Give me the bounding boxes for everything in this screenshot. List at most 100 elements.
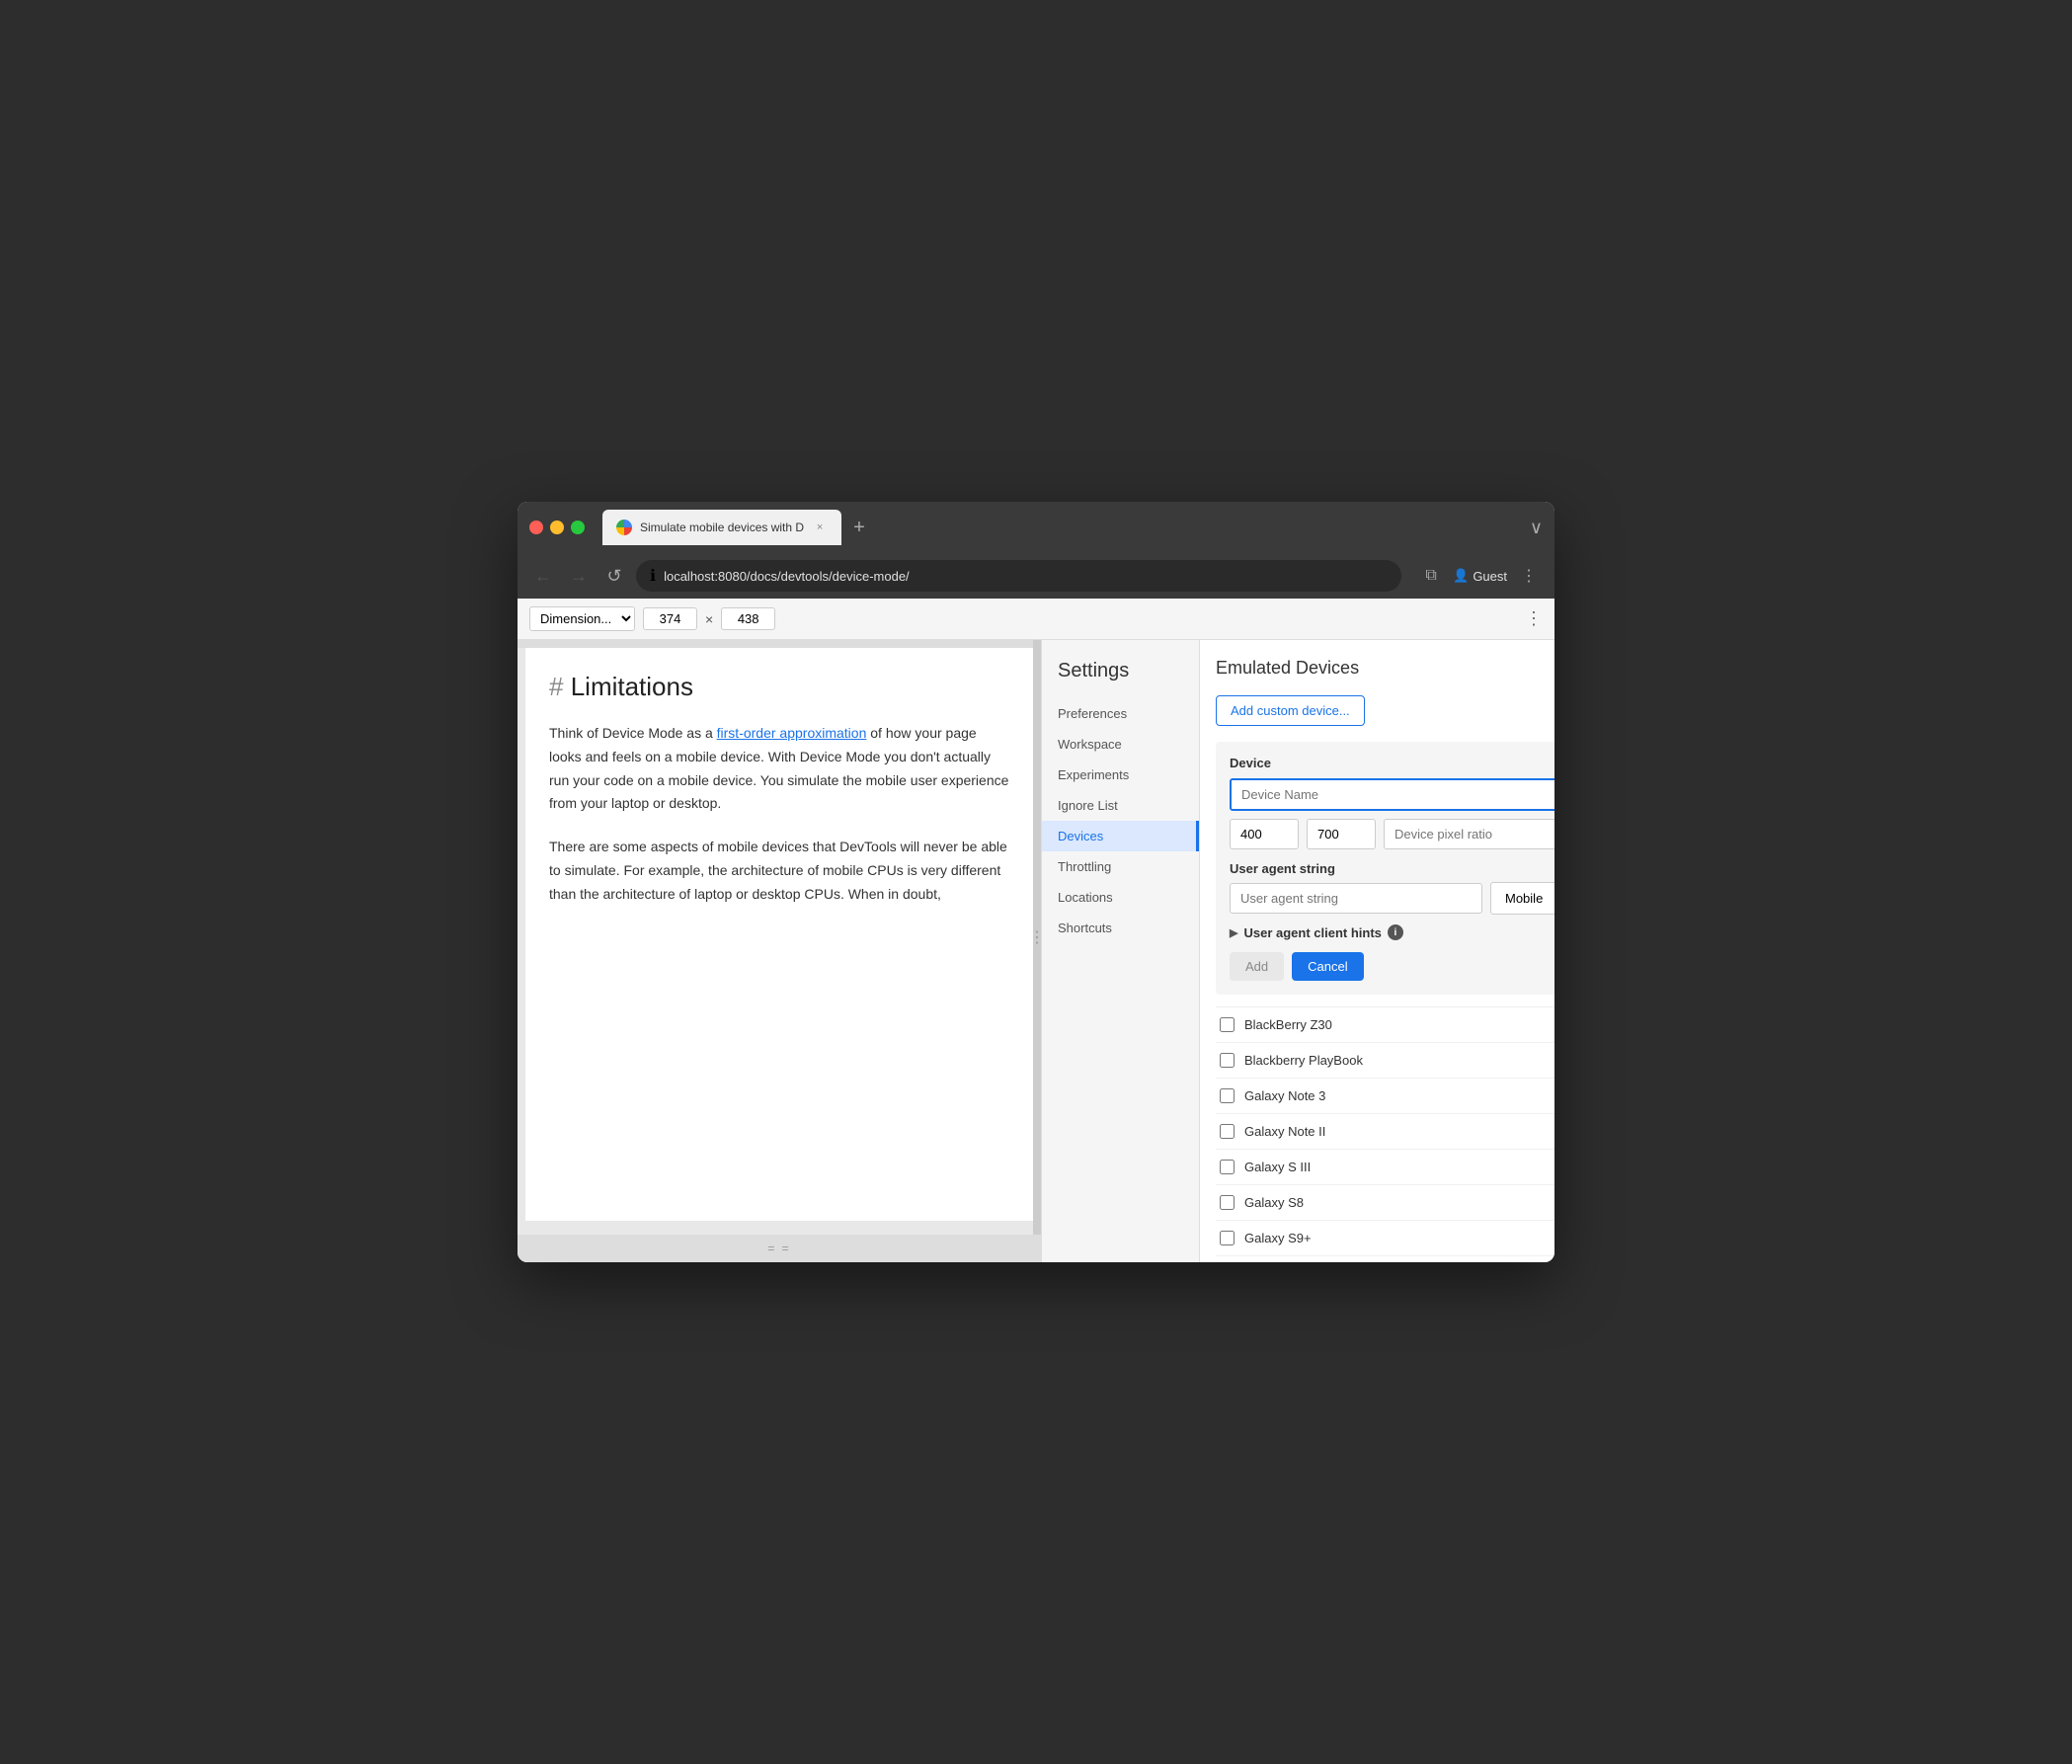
browser-menu-button[interactable]: ⋮ (1515, 562, 1543, 590)
tab-label: Simulate mobile devices with D (640, 521, 804, 534)
galaxy-note-ii-checkbox[interactable] (1220, 1124, 1235, 1139)
drag-handle[interactable]: ⋮ (1033, 640, 1041, 1235)
list-item: Galaxy Note II (1216, 1114, 1554, 1150)
list-item: Galaxy Note 3 (1216, 1079, 1554, 1114)
browser-actions: ⧉ 👤 Guest ⋮ (1417, 562, 1543, 590)
tab-menu-button[interactable]: ∨ (1530, 518, 1543, 538)
hints-info-icon[interactable]: i (1388, 924, 1403, 940)
blackberry-z30-label: BlackBerry Z30 (1244, 1017, 1332, 1032)
viewport: # Limitations Think of Device Mode as a … (518, 640, 1041, 1262)
devtools-menu-button[interactable]: ⋮ (1525, 608, 1543, 629)
blackberry-z30-checkbox[interactable] (1220, 1017, 1235, 1032)
browser-window: Simulate mobile devices with D × + ∨ ← →… (518, 502, 1554, 1262)
list-item: Galaxy S III (1216, 1150, 1554, 1185)
guest-label: Guest (1473, 569, 1507, 584)
width-input[interactable] (643, 607, 697, 630)
galaxy-note-3-checkbox[interactable] (1220, 1088, 1235, 1103)
hints-label: User agent client hints (1243, 925, 1381, 940)
galaxy-s-iii-checkbox[interactable] (1220, 1160, 1235, 1174)
viewport-bottom-bar: = = (518, 1235, 1041, 1262)
user-agent-row: Mobile Desktop (1230, 882, 1554, 915)
resize-handle[interactable]: = = (767, 1242, 790, 1255)
device-list: BlackBerry Z30 Blackberry PlayBook Galax… (1216, 1006, 1554, 1262)
close-window-button[interactable] (529, 521, 543, 534)
panel-header: Emulated Devices × (1216, 656, 1554, 680)
address-bar: ← → ↺ ℹ localhost:8080/docs/devtools/dev… (518, 553, 1554, 599)
devtools-toolbar: Dimension... × ⋮ (518, 599, 1554, 640)
galaxy-s8-label: Galaxy S8 (1244, 1195, 1304, 1210)
blackberry-playbook-label: Blackberry PlayBook (1244, 1053, 1363, 1068)
list-item: BlackBerry Z30 (1216, 1007, 1554, 1043)
sidebar-item-devices[interactable]: Devices (1042, 821, 1199, 851)
emulated-devices-panel: Emulated Devices × Add custom device... … (1200, 640, 1554, 1262)
list-item: Galaxy S9+ (1216, 1221, 1554, 1256)
first-order-link[interactable]: first-order approximation (717, 725, 867, 741)
device-height-input[interactable] (1307, 819, 1376, 849)
device-section-label: Device (1230, 756, 1554, 770)
galaxy-s9plus-checkbox[interactable] (1220, 1231, 1235, 1245)
sidebar-item-locations[interactable]: Locations (1042, 882, 1199, 913)
dimension-separator: × (705, 611, 713, 627)
content-area: # Limitations Think of Device Mode as a … (518, 640, 1554, 1262)
add-custom-device-button[interactable]: Add custom device... (1216, 695, 1365, 726)
blackberry-playbook-checkbox[interactable] (1220, 1053, 1235, 1068)
galaxy-s-iii-label: Galaxy S III (1244, 1160, 1311, 1174)
sidebar-item-ignore-list[interactable]: Ignore List (1042, 790, 1199, 821)
device-dimensions (1230, 819, 1554, 849)
device-form: Device User agent string Mobile (1216, 742, 1554, 995)
address-text: localhost:8080/docs/devtools/device-mode… (664, 569, 910, 584)
title-bar: Simulate mobile devices with D × + ∨ (518, 502, 1554, 553)
content-paragraph-1: Think of Device Mode as a first-order ap… (549, 722, 1009, 816)
sidebar-item-shortcuts[interactable]: Shortcuts (1042, 913, 1199, 943)
user-agent-hints-row: ▶ User agent client hints i (1230, 924, 1554, 940)
tab-favicon (616, 520, 632, 535)
heading-text: Limitations (571, 672, 693, 701)
back-button[interactable]: ← (529, 562, 557, 590)
list-item: Blackberry PlayBook (1216, 1043, 1554, 1079)
form-add-button[interactable]: Add (1230, 952, 1284, 981)
active-tab[interactable]: Simulate mobile devices with D × (602, 510, 841, 545)
galaxy-s8-checkbox[interactable] (1220, 1195, 1235, 1210)
user-agent-label: User agent string (1230, 861, 1554, 876)
panel-title: Emulated Devices (1216, 658, 1359, 679)
sidebar-item-experiments[interactable]: Experiments (1042, 760, 1199, 790)
list-item: Galaxy S8 (1216, 1185, 1554, 1221)
device-pixel-ratio-input[interactable] (1384, 819, 1554, 849)
sidebar-item-workspace[interactable]: Workspace (1042, 729, 1199, 760)
content-heading: # Limitations (549, 672, 1009, 702)
dimension-selector[interactable]: Dimension... (529, 606, 635, 631)
dimension-dropdown[interactable]: Dimension... (529, 606, 635, 631)
settings-title: Settings (1042, 652, 1199, 698)
tab-close-button[interactable]: × (812, 520, 828, 535)
content-paragraph-2: There are some aspects of mobile devices… (549, 836, 1009, 906)
device-width-input[interactable] (1230, 819, 1299, 849)
sidebar-item-preferences[interactable]: Preferences (1042, 698, 1199, 729)
height-input[interactable] (721, 607, 775, 630)
galaxy-note-3-label: Galaxy Note 3 (1244, 1088, 1325, 1103)
maximize-window-button[interactable] (571, 521, 585, 534)
hints-expand-icon[interactable]: ▶ (1230, 926, 1237, 939)
viewport-content: # Limitations Think of Device Mode as a … (525, 648, 1033, 1221)
forward-button[interactable]: → (565, 562, 593, 590)
sidebar-item-throttling[interactable]: Throttling (1042, 851, 1199, 882)
settings-panel: Settings Preferences Workspace Experimen… (1041, 640, 1554, 1262)
guest-profile-button[interactable]: 👤 Guest (1453, 568, 1507, 584)
form-cancel-button[interactable]: Cancel (1292, 952, 1363, 981)
galaxy-s9plus-label: Galaxy S9+ (1244, 1231, 1312, 1245)
settings-sidebar: Settings Preferences Workspace Experimen… (1042, 640, 1200, 1262)
address-info-icon: ℹ (650, 566, 656, 586)
list-item: Galaxy Tab S4 (1216, 1256, 1554, 1262)
device-name-input[interactable] (1230, 778, 1554, 811)
minimize-window-button[interactable] (550, 521, 564, 534)
split-screen-button[interactable]: ⧉ (1417, 562, 1445, 590)
drag-handle-icon: ⋮ (1029, 927, 1041, 947)
user-agent-input[interactable] (1230, 883, 1482, 914)
form-actions: Add Cancel (1230, 952, 1554, 981)
viewport-top-scrollbar[interactable] (518, 640, 1041, 648)
traffic-lights (529, 521, 585, 534)
user-agent-section: User agent string Mobile Desktop (1230, 861, 1554, 915)
address-input-container[interactable]: ℹ localhost:8080/docs/devtools/device-mo… (636, 560, 1401, 592)
user-agent-type-select[interactable]: Mobile Desktop (1490, 882, 1554, 915)
new-tab-button[interactable]: + (845, 513, 873, 543)
refresh-button[interactable]: ↺ (600, 562, 628, 590)
